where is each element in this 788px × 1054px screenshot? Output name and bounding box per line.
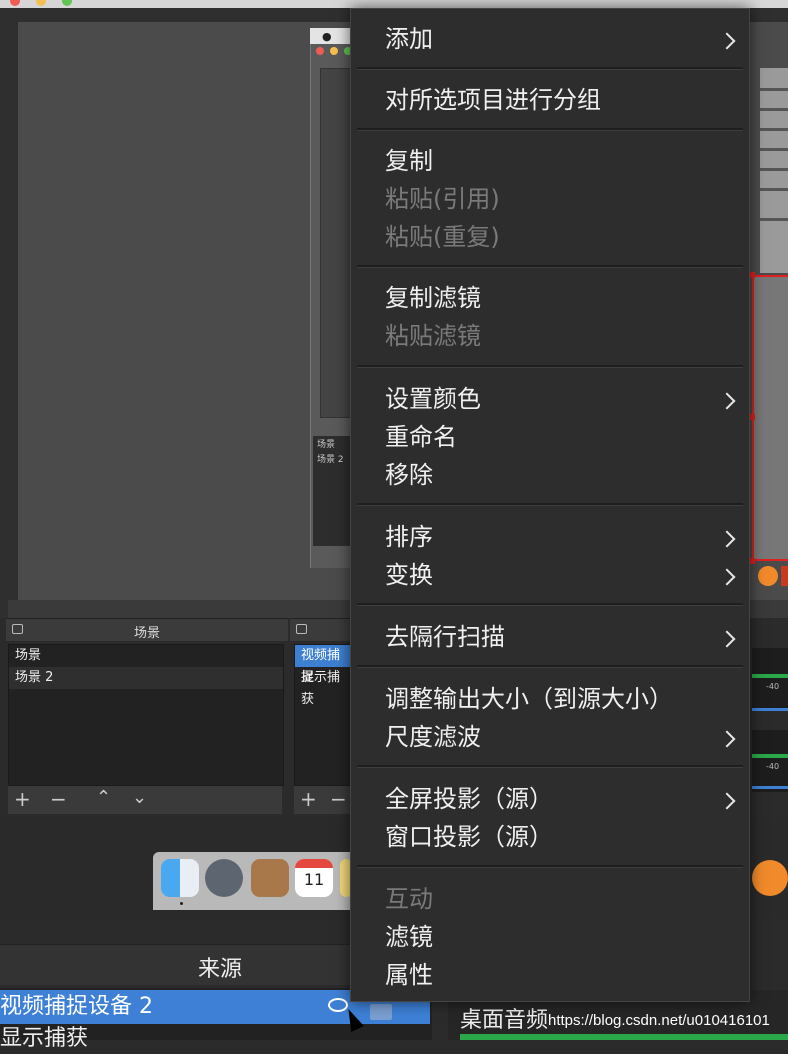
meter-label: -40 [766, 682, 780, 691]
close-window-button[interactable] [10, 0, 20, 6]
books-icon[interactable] [752, 860, 788, 896]
menu-item-group-selected[interactable]: 对所选项目进行分组 [385, 82, 601, 118]
nested-scene-item: 场景 2 [317, 455, 344, 465]
menu-separator [357, 265, 743, 268]
source-item[interactable]: 视频捕捉 [295, 645, 351, 685]
scene-toolbar: + − ⌃ ⌄ [8, 786, 282, 814]
nested-min-dot [330, 47, 338, 55]
menu-separator [357, 365, 743, 368]
menu-item-windowed-projector[interactable]: 窗口投影（源） [385, 819, 553, 855]
zoom-window-button[interactable] [62, 0, 72, 6]
source-item[interactable]: 显示捕获 [295, 667, 351, 707]
menu-item-resize-output[interactable]: 调整输出大小（到源大小） [385, 681, 673, 717]
scenes-dock-header: 场景 [6, 618, 288, 641]
minimize-window-button[interactable] [36, 0, 46, 6]
source-list-small[interactable]: 视频捕捉 显示捕获 [294, 644, 352, 786]
menu-item-filters[interactable]: 滤镜 [385, 919, 433, 955]
menu-item-add[interactable]: 添加 [385, 21, 433, 57]
nested-scene-list: 场景 场景 2 [313, 436, 353, 546]
menu-separator [357, 67, 743, 70]
chevron-right-icon [718, 530, 736, 548]
remove-source-button[interactable]: − [330, 787, 347, 811]
mixer-channel-label: 桌面音频 [460, 1008, 549, 1033]
add-source-button[interactable]: + [300, 787, 317, 811]
move-down-button[interactable]: ⌄ [132, 787, 147, 808]
chevron-right-icon [718, 568, 736, 586]
source-name: 显示捕获 [0, 1026, 89, 1051]
contacts-icon[interactable] [251, 859, 289, 897]
selected-source-frame[interactable] [752, 275, 788, 561]
dock-float-icon[interactable] [296, 624, 307, 634]
move-up-button[interactable]: ⌃ [96, 787, 111, 808]
watermark: https://blog.csdn.net/u010416101 [548, 1012, 770, 1029]
menu-item-copy[interactable]: 复制 [385, 143, 433, 179]
chevron-right-icon [718, 792, 736, 810]
menu-separator [357, 865, 743, 868]
menu-separator [357, 765, 743, 768]
menu-item-interact: 互动 [385, 885, 433, 913]
source-name: 视频捕捉设备 2 [0, 994, 153, 1019]
menu-item-properties[interactable]: 属性 [385, 957, 433, 993]
menu-separator [357, 128, 743, 131]
nested-stack [760, 68, 788, 273]
menu-item-fullscreen-projector[interactable]: 全屏投影（源） [385, 781, 553, 817]
nested-close-dot [316, 47, 324, 55]
audio-meter: -40 [752, 730, 788, 792]
menu-item-copy-filters[interactable]: 复制滤镜 [385, 280, 481, 316]
menu-separator [357, 503, 743, 506]
audio-meter: -40 [752, 648, 788, 711]
scenes-dock-title: 场景 [133, 626, 160, 641]
running-indicator [180, 902, 183, 905]
macos-dock: 11 [153, 852, 352, 910]
mixer-volume-bar [460, 1034, 788, 1040]
chevron-right-icon [718, 730, 736, 748]
books-icon [758, 566, 778, 586]
chevron-right-icon [718, 32, 736, 50]
menu-item-paste-duplicate: 粘贴(重复) [385, 223, 500, 251]
menu-item-deinterlacing[interactable]: 去隔行扫描 [385, 619, 505, 655]
dock-icon [781, 566, 788, 586]
chevron-right-icon [718, 630, 736, 648]
meter-label: -40 [766, 762, 780, 771]
source-row[interactable]: 显示捕获 [0, 1024, 430, 1051]
calendar-icon[interactable]: 11 [295, 859, 333, 897]
remove-scene-button[interactable]: − [50, 787, 67, 811]
scene-list[interactable]: 场景 场景 2 [8, 644, 284, 786]
context-menu: 添加 对所选项目进行分组 复制 粘贴(引用) 粘贴(重复) 复制滤镜 粘贴滤镜 … [350, 8, 750, 1002]
apple-icon: ● [322, 30, 332, 43]
menu-separator [357, 665, 743, 668]
menu-item-transform[interactable]: 变换 [385, 557, 433, 593]
menu-item-scale-filtering[interactable]: 尺度滤波 [385, 719, 481, 755]
launchpad-icon[interactable] [205, 859, 243, 897]
menu-item-rename[interactable]: 重命名 [385, 419, 457, 455]
menu-item-order[interactable]: 排序 [385, 519, 433, 555]
scene-item[interactable]: 场景 [9, 645, 283, 667]
add-scene-button[interactable]: + [14, 787, 31, 811]
menu-item-paste-filters: 粘贴滤镜 [385, 322, 481, 350]
nested-scene-item: 场景 [317, 440, 336, 450]
source-toolbar: + − [294, 786, 350, 814]
scene-item[interactable]: 场景 2 [9, 667, 283, 689]
finder-icon[interactable] [161, 859, 199, 897]
menu-separator [357, 603, 743, 606]
menu-item-set-color[interactable]: 设置颜色 [385, 381, 481, 417]
window-titlebar [0, 0, 788, 8]
menu-item-remove[interactable]: 移除 [385, 457, 433, 493]
menu-item-paste-reference: 粘贴(引用) [385, 185, 500, 213]
lock-icon[interactable] [370, 1004, 392, 1020]
sources-dock-header [290, 618, 352, 641]
chevron-right-icon [718, 392, 736, 410]
